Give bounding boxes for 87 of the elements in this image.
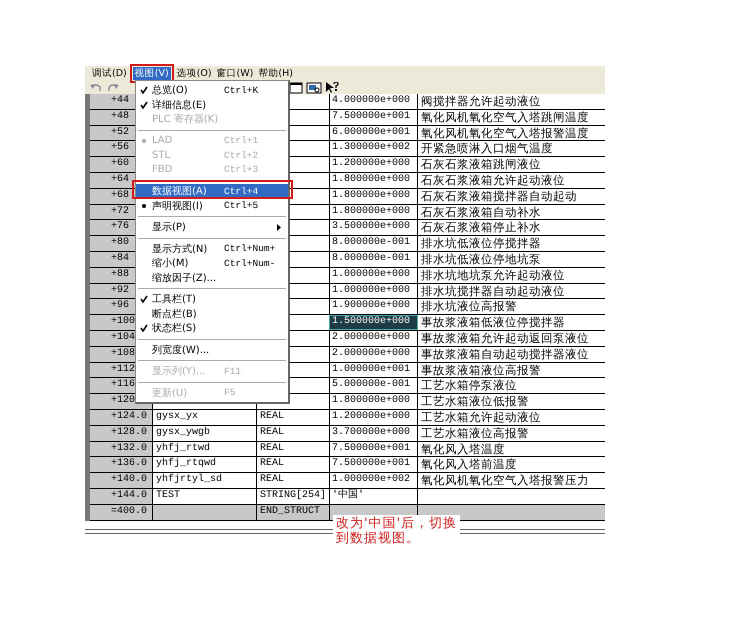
- menu-title[interactable]: 视图(V): [132, 67, 171, 80]
- comment-cell-text: 氧化风机氧化空气入塔报警温度: [420, 126, 590, 140]
- value-cell[interactable]: 8.000000e-001: [329, 252, 418, 267]
- comment-cell-text: 石灰石浆液箱允许起动液位: [420, 172, 566, 188]
- type-cell-text: END_STRUCT: [259, 504, 322, 519]
- value-cell[interactable]: 1.800000e+000: [329, 204, 418, 220]
- value-cell[interactable]: 1.000000e+002: [329, 473, 418, 488]
- name-cell: TEST: [153, 488, 257, 504]
- redo-icon[interactable]: [106, 82, 120, 93]
- value-cell[interactable]: 8.000000e-001: [329, 236, 418, 251]
- address-cell: +144.0: [90, 488, 153, 504]
- menu-title[interactable]: 选项(O): [174, 67, 214, 80]
- comment-cell-text: 事故浆液箱自动起动搅拌器液位: [420, 346, 590, 362]
- value-cell[interactable]: 1.000000e+001: [329, 362, 418, 378]
- type-cell-text: REAL: [259, 442, 286, 456]
- comment-cell-text: 工艺水箱液位高报警: [420, 426, 530, 441]
- type-cell-text: REAL: [259, 426, 286, 440]
- address-cell: +124.0: [90, 410, 153, 425]
- value-cell[interactable]: 3.700000e+000: [329, 426, 418, 441]
- name-cell: yhfjrtyl_sd: [153, 473, 257, 488]
- window-view-icon[interactable]: [306, 82, 322, 94]
- type-cell-text: STRING[254]: [259, 488, 328, 503]
- name-cell: gysx_yx: [153, 410, 257, 425]
- comment-cell-text: 事故浆液箱液位高报警: [420, 362, 542, 378]
- address-cell: +128.0: [90, 426, 153, 441]
- value-cell[interactable]: 7.500000e+001: [329, 442, 418, 456]
- comment-cell-text: 氧化风入塔温度: [420, 442, 506, 456]
- comment-cell-text: 工艺水箱液位低报警: [420, 394, 530, 409]
- submenu-arrow-icon: [277, 224, 282, 231]
- comment-cell-text: 石灰石浆液箱停止补水: [420, 220, 542, 236]
- value-cell[interactable]: 1.000000e+000: [329, 284, 418, 298]
- comment-cell-text: 氧化风入塔前温度: [420, 457, 518, 472]
- address-cell: =400.0: [90, 504, 153, 520]
- value-cell[interactable]: 1.200000e+000: [329, 157, 418, 172]
- address-cell: +136.0: [90, 457, 153, 472]
- value-cell[interactable]: 2.000000e+000: [329, 330, 418, 346]
- value-cell[interactable]: 1.800000e+000: [329, 172, 418, 188]
- value-cell[interactable]: 3.500000e+000: [329, 220, 418, 236]
- comment-cell-text: 事故浆液箱低液位停搅拌器: [420, 315, 566, 330]
- comment-cell-text: 排水坑低液位停地坑泵: [420, 252, 542, 267]
- annotation-text: 改为'中国'后，切换 到数据视图。: [333, 515, 460, 547]
- value-cell[interactable]: 5.000000e-001: [329, 378, 418, 394]
- comment-cell-text: 排水坑低液位停搅拌器: [420, 236, 542, 251]
- value-cell[interactable]: 7.500000e+001: [329, 110, 418, 125]
- comment-cell-text: 氧化风机氧化空气入塔跳闸温度: [420, 110, 590, 125]
- address-cell: +132.0: [90, 442, 153, 456]
- value-cell[interactable]: 6.000000e+001: [329, 126, 418, 140]
- value-cell[interactable]: 1.200000e+000: [329, 410, 418, 425]
- value-cell[interactable]: 1.900000e+000: [329, 299, 418, 314]
- value-cell[interactable]: 7.500000e+001: [329, 457, 418, 472]
- value-cell[interactable]: 1.000000e+000: [329, 268, 418, 283]
- comment-cell-text: 工艺水箱停泵液位: [420, 378, 518, 394]
- value-cell[interactable]: 1.300000e+002: [329, 141, 418, 156]
- menu-title[interactable]: 窗口(W): [214, 67, 256, 80]
- comment-cell-text: 阀搅拌器允许起动液位: [420, 94, 542, 109]
- name-cell: yhfj_rtqwd: [153, 457, 257, 472]
- name-cell: yhfj_rtwd: [153, 442, 257, 456]
- comment-cell-text: 石灰石浆液箱跳闸液位: [420, 157, 542, 172]
- check-icon: [140, 295, 148, 304]
- menu-title[interactable]: 调试(D): [90, 67, 129, 80]
- undo-icon[interactable]: [89, 82, 103, 93]
- value-cell[interactable]: 4.000000e+000: [329, 94, 418, 109]
- comment-cell-text: 氧化风机氧化空气入塔报警压力: [420, 473, 590, 488]
- comment-cell-text: 排水坑液位高报警: [420, 299, 518, 314]
- comment-cell-text: 开紧急喷淋入口烟气温度: [420, 141, 554, 156]
- address-cell: +140.0: [90, 473, 153, 488]
- radio-dot-icon: [142, 138, 146, 143]
- menu-title[interactable]: 帮助(H): [256, 67, 295, 80]
- value-cell[interactable]: '中国': [329, 488, 418, 504]
- type-cell-text: REAL: [259, 473, 286, 488]
- help-pointer-icon[interactable]: [325, 82, 339, 94]
- radio-dot-icon: [142, 204, 146, 208]
- check-icon: [140, 324, 148, 332]
- type-cell-text: REAL: [259, 410, 286, 424]
- comment-cell-text: 事故浆液箱允许起动返回泵液位: [420, 330, 590, 346]
- comment-cell-text: 工艺水箱允许起动液位: [420, 410, 542, 425]
- value-cell[interactable]: 1.800000e+000: [329, 188, 418, 204]
- comment-cell-text: 排水坑地坑泵允许起动液位: [420, 268, 566, 283]
- comment-cell-text: 石灰石浆液箱搅拌器自动起动: [420, 188, 578, 204]
- name-cell: gysx_ywgb: [153, 426, 257, 441]
- window-icon[interactable]: [289, 82, 303, 94]
- value-cell[interactable]: 1.500000e+000: [329, 315, 418, 330]
- type-cell-text: REAL: [259, 457, 286, 472]
- value-cell[interactable]: 2.000000e+000: [329, 346, 418, 362]
- value-cell[interactable]: 1.800000e+000: [329, 394, 418, 409]
- comment-cell-text: 石灰石浆液箱自动补水: [420, 204, 542, 220]
- comment-cell-text: 排水坑搅拌器自动起动液位: [420, 284, 566, 298]
